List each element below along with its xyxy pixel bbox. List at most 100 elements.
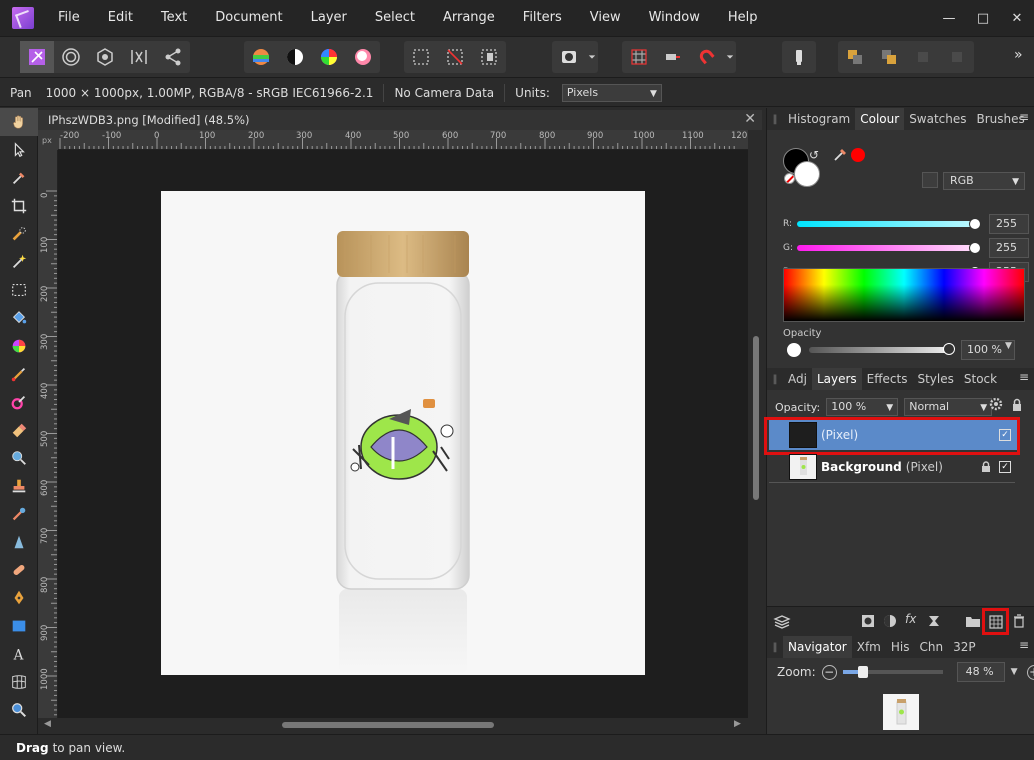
move-to-back-button[interactable] [838,41,872,73]
minimize-button[interactable]: — [932,0,966,36]
tab-32bit-preview[interactable]: 32P [948,636,981,658]
colour-picker-tool[interactable] [0,164,38,192]
export-persona-button[interactable] [156,41,190,73]
zoom-in-icon[interactable]: + [1026,664,1034,680]
panel-grip-icon[interactable]: ‖ [767,114,783,125]
pen-tool[interactable] [0,584,38,612]
erase-brush-tool[interactable] [0,416,38,444]
document-canvas[interactable] [58,150,748,718]
zoom-out-icon[interactable]: − [821,664,837,680]
sharpen-tool[interactable] [0,528,38,556]
tab-colour[interactable]: Colour [855,108,905,130]
deselect-button[interactable] [438,41,472,73]
menu-text[interactable]: Text [151,0,197,36]
rectangle-tool[interactable] [0,612,38,640]
menu-window[interactable]: Window [639,0,710,36]
tab-layers[interactable]: Layers [811,368,862,390]
zoom-tool[interactable] [0,696,38,724]
invert-selection-button[interactable] [472,41,506,73]
secondary-colour-swatch[interactable] [794,161,820,187]
snapping-button[interactable] [690,41,724,73]
panel-grip-icon[interactable]: ‖ [767,642,783,653]
move-tool[interactable] [0,136,38,164]
quick-mask-dropdown[interactable] [586,41,598,73]
lock-icon[interactable] [922,172,938,188]
adjustment-layer-icon[interactable] [883,614,897,628]
toolbar-overflow-button[interactable]: » [1014,47,1023,63]
close-document-icon[interactable]: ✕ [744,111,756,127]
tab-navigator[interactable]: Navigator [783,636,852,658]
marquee-tool[interactable] [0,276,38,304]
chevron-down-icon[interactable]: ▼ [1005,341,1012,351]
scroll-right-arrow[interactable]: ▶ [734,719,741,729]
auto-white-balance-button[interactable] [346,41,380,73]
mask-layer-icon[interactable] [861,614,875,628]
vertical-scrollbar[interactable] [748,130,762,720]
view-tool[interactable] [0,108,38,136]
flood-select-tool[interactable] [0,248,38,276]
zoom-value-input[interactable]: 48 % [956,662,1005,682]
liquify-persona-button[interactable] [54,41,88,73]
grid-toggle-button[interactable] [622,41,656,73]
layer-visibility-checkbox[interactable]: ✓ [999,461,1011,473]
auto-contrast-button[interactable] [278,41,312,73]
fx-icon[interactable]: fx [905,612,916,626]
horizontal-scroll-thumb[interactable] [282,722,494,728]
photo-persona-button[interactable] [20,41,54,73]
layers-stack-icon[interactable] [773,614,791,630]
gear-icon[interactable] [989,397,1003,411]
pixel-tool[interactable] [0,388,38,416]
vertical-ruler[interactable]: 0 100 200 300 400 500 600 700 800 900 10… [38,150,58,718]
healing-brush-tool[interactable] [0,500,38,528]
horizontal-scrollbar[interactable]: ◀ ▶ [38,718,748,732]
auto-levels-button[interactable] [244,41,278,73]
tab-stock[interactable]: Stock [959,368,1002,390]
move-to-front-button[interactable] [872,41,906,73]
close-button[interactable]: ✕ [1000,0,1034,36]
swap-colours-icon[interactable]: ↺ [809,148,819,162]
tab-channels[interactable]: Chn [914,636,948,658]
tab-styles[interactable]: Styles [912,368,958,390]
maximize-button[interactable]: □ [966,0,1000,36]
snapping-dropdown[interactable] [724,41,736,73]
menu-arrange[interactable]: Arrange [433,0,505,36]
lock-icon[interactable] [981,461,991,473]
vertical-scroll-thumb[interactable] [753,336,759,500]
tab-history[interactable]: His [886,636,915,658]
menu-view[interactable]: View [580,0,631,36]
tab-adjustments[interactable]: Adj [783,368,812,390]
layer-opacity-input[interactable]: 100 % ▼ [826,398,899,416]
selection-brush-tool[interactable] [0,220,38,248]
select-all-button[interactable] [404,41,438,73]
layer-visibility-checkbox[interactable]: ✓ [999,429,1011,441]
document-page[interactable] [161,191,645,675]
horizontal-ruler[interactable]: -200 -100 0 100 200 300 400 500 600 700 … [58,130,748,150]
blend-mode-dropdown[interactable]: Normal ▼ [904,398,993,416]
move-forward-button[interactable] [906,41,940,73]
menu-select[interactable]: Select [365,0,425,36]
slider-knob[interactable] [943,343,955,355]
force-pixel-alignment-button[interactable] [656,41,690,73]
menu-layer[interactable]: Layer [301,0,357,36]
colour-model-dropdown[interactable]: RGB ▼ [943,172,1025,190]
scroll-left-arrow[interactable]: ◀ [44,719,51,729]
navigator-preview[interactable] [883,694,919,730]
menu-edit[interactable]: Edit [98,0,143,36]
no-fill-swatch[interactable] [784,173,795,184]
move-backward-button[interactable] [940,41,974,73]
red-slider[interactable] [797,218,981,230]
menu-file[interactable]: File [48,0,90,36]
quick-mask-button[interactable] [552,41,586,73]
tab-effects[interactable]: Effects [862,368,913,390]
chevron-down-icon[interactable]: ▼ [1011,667,1027,677]
colour-spectrum[interactable] [783,268,1025,322]
crop-tool[interactable] [0,192,38,220]
layer-row[interactable]: Background (Pixel) ✓ [769,452,1019,482]
tab-histogram[interactable]: Histogram [783,108,855,130]
panel-menu-icon[interactable]: ≡ [1019,110,1029,124]
tone-mapping-persona-button[interactable] [122,41,156,73]
slider-knob[interactable] [969,242,981,254]
folder-icon[interactable] [965,614,981,628]
units-dropdown[interactable]: Pixels ▼ [561,83,662,102]
green-slider[interactable] [797,242,981,254]
